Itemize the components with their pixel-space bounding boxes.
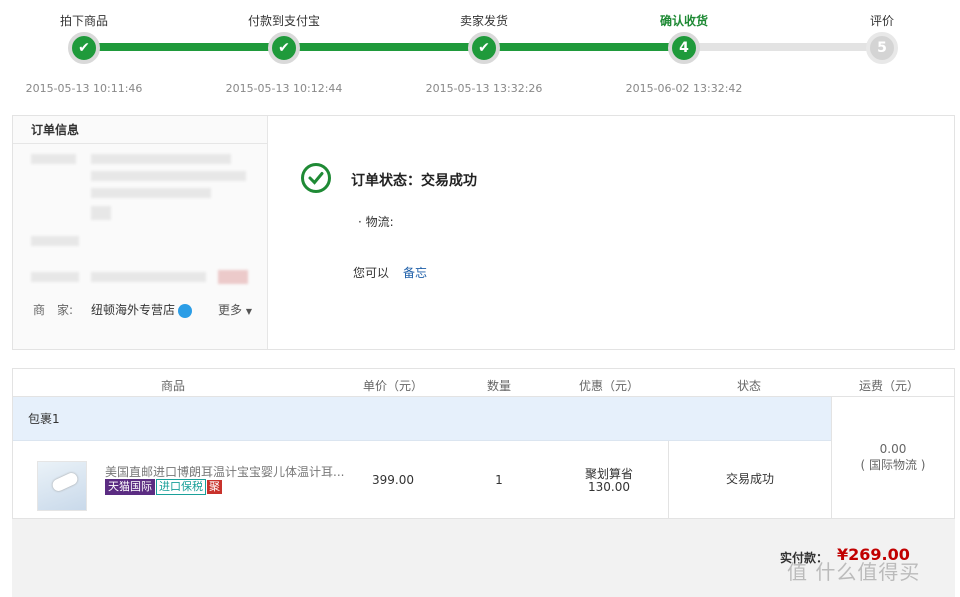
- success-check-icon: [301, 163, 331, 193]
- col-status: 状态: [736, 379, 761, 393]
- check-icon: ✔: [268, 32, 300, 64]
- col-discount: 优惠（元）: [578, 379, 639, 393]
- you-can-label: 您可以: [353, 266, 390, 280]
- step-name: 付款到支付宝: [247, 14, 320, 28]
- step-time: 2015-06-02 13:32:42: [625, 82, 743, 95]
- chevron-down-icon: ▼: [245, 307, 252, 316]
- memo-link[interactable]: 备忘: [403, 266, 427, 280]
- juhuasuan-badge: 聚: [207, 480, 222, 494]
- step-name: 卖家发货: [459, 14, 508, 28]
- step-number-badge: 5: [866, 32, 898, 64]
- actions-row: 您可以 备忘: [353, 264, 427, 281]
- order-items-table: 商品 单价（元） 数量 优惠（元） 状态 运费（元） 包裹1 0.00 ( 国际…: [12, 368, 955, 519]
- redacted-block: [91, 206, 111, 220]
- redacted-block: [218, 270, 248, 284]
- order-info-panel: 订单信息 商 家: 纽顿海外专营店 更多 ▼ 订单状态：交易成功 · 物流: 您可…: [12, 115, 955, 350]
- shipping-note: ( 国际物流 ): [860, 458, 926, 472]
- step-name: 确认收货: [659, 14, 708, 28]
- col-price: 单价（元）: [362, 379, 423, 393]
- col-qty: 数量: [486, 379, 511, 393]
- step-time: 2015-05-13 10:11:46: [25, 82, 143, 95]
- product-name-link[interactable]: 美国直邮进口博朗耳温计宝宝婴儿体温计耳...: [105, 463, 345, 480]
- product-thumbnail[interactable]: [37, 461, 87, 511]
- redacted-block: [31, 154, 76, 164]
- item-status: 交易成功: [668, 441, 831, 518]
- table-header: 商品 单价（元） 数量 优惠（元） 状态 运费（元）: [13, 369, 954, 397]
- order-info-sidebar: 订单信息 商 家: 纽顿海外专营店 更多 ▼: [13, 116, 268, 349]
- logistics-label: · 物流:: [358, 215, 394, 229]
- shipping-value: 0.00: [879, 442, 907, 456]
- bonded-import-badge: 进口保税: [156, 479, 206, 495]
- redacted-block: [91, 272, 206, 282]
- tmall-global-badge: 天猫国际: [105, 479, 155, 495]
- unit-price: 399.00: [372, 473, 414, 487]
- redacted-block: [91, 171, 246, 181]
- check-icon: ✔: [68, 32, 100, 64]
- step-time: 2015-05-13 13:32:26: [425, 82, 543, 95]
- redacted-block: [91, 154, 231, 164]
- quantity: 1: [495, 473, 503, 487]
- merchant-row: 商 家: 纽顿海外专营店: [33, 301, 193, 318]
- product-tags: 天猫国际 进口保税聚: [105, 479, 223, 495]
- merchant-name-link[interactable]: 纽顿海外专营店: [91, 303, 175, 317]
- redacted-block: [31, 236, 79, 246]
- step-number-badge: 4: [668, 32, 700, 64]
- chat-icon[interactable]: [178, 303, 193, 318]
- check-icon: ✔: [468, 32, 500, 64]
- package-header: 包裹1: [13, 397, 831, 441]
- step-name: 评价: [869, 14, 894, 28]
- order-status: 订单状态：交易成功: [351, 173, 477, 189]
- site-watermark: 值 什么值得买: [787, 560, 921, 584]
- progress-track-remaining: [684, 43, 884, 51]
- discount-value: 130.00: [588, 480, 630, 494]
- redacted-block: [31, 272, 79, 282]
- col-shipping: 运费（元）: [858, 379, 919, 393]
- redacted-block: [91, 188, 211, 198]
- order-info-title: 订单信息: [13, 116, 267, 144]
- shipping-cell: 0.00 ( 国际物流 ): [831, 397, 954, 518]
- merchant-label: 商 家:: [33, 303, 74, 317]
- step-name: 拍下商品: [59, 14, 108, 28]
- order-progress: 拍下商品 ✔ 2015-05-13 10:11:46 付款到支付宝 ✔ 2015…: [0, 0, 960, 110]
- more-label: 更多: [218, 303, 243, 317]
- col-item: 商品: [160, 379, 185, 393]
- more-dropdown[interactable]: 更多 ▼: [218, 301, 252, 318]
- progress-track-done: [84, 43, 684, 51]
- table-row: 美国直邮进口博朗耳温计宝宝婴儿体温计耳... 天猫国际 进口保税聚 399.00 …: [13, 441, 831, 518]
- product-image: [50, 471, 80, 493]
- step-time: 2015-05-13 10:12:44: [225, 82, 343, 95]
